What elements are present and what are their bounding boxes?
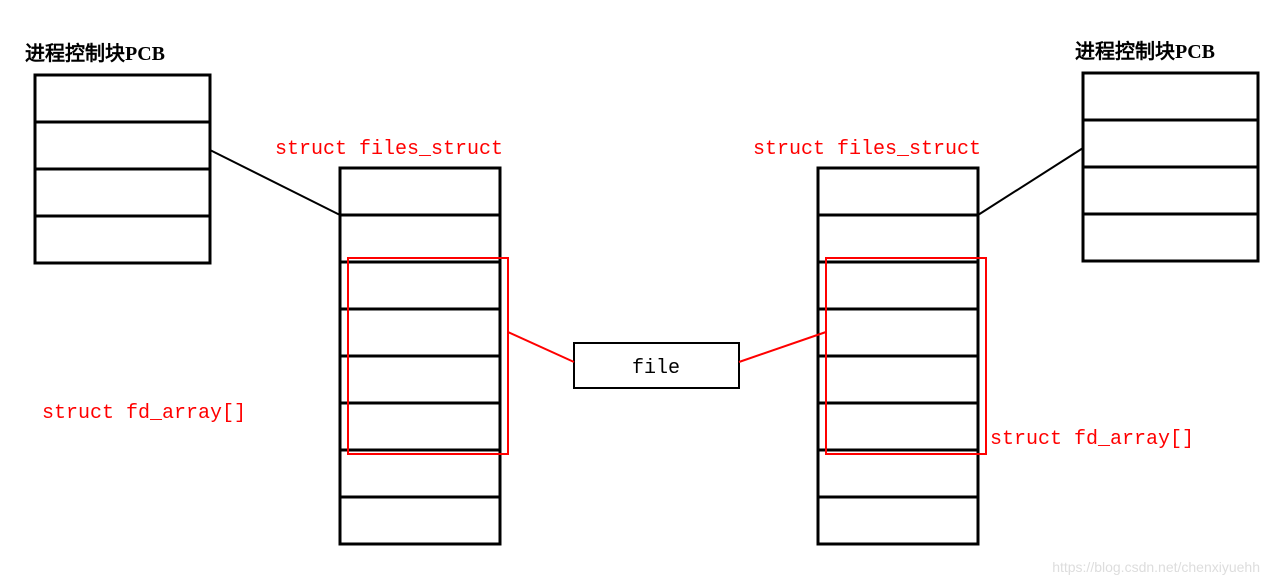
watermark: https://blog.csdn.net/chenxiyuehh xyxy=(1052,559,1260,575)
edge-files-right-to-file xyxy=(739,332,826,362)
pcb-right-title: 进程控制块PCB xyxy=(1075,39,1215,63)
files-struct-right-table xyxy=(818,168,986,544)
pcb-left-title: 进程控制块PCB xyxy=(25,41,165,65)
pcb-left-table xyxy=(35,75,210,263)
files-struct-right-label: struct files_struct xyxy=(753,138,981,161)
file-box-label: file xyxy=(632,357,680,380)
edge-pcb-right-to-files xyxy=(978,148,1083,215)
file-box: file xyxy=(574,343,739,388)
files-struct-left-table xyxy=(340,168,508,544)
pcb-right-table xyxy=(1083,73,1258,261)
fd-array-left-label: struct fd_array[] xyxy=(42,402,246,425)
fd-array-right-label: struct fd_array[] xyxy=(990,428,1194,451)
diagram-canvas: 进程控制块PCB 进程控制块PCB struct files_struct st… xyxy=(0,0,1266,581)
files-struct-left-label: struct files_struct xyxy=(275,138,503,161)
edge-files-left-to-file xyxy=(508,332,574,362)
